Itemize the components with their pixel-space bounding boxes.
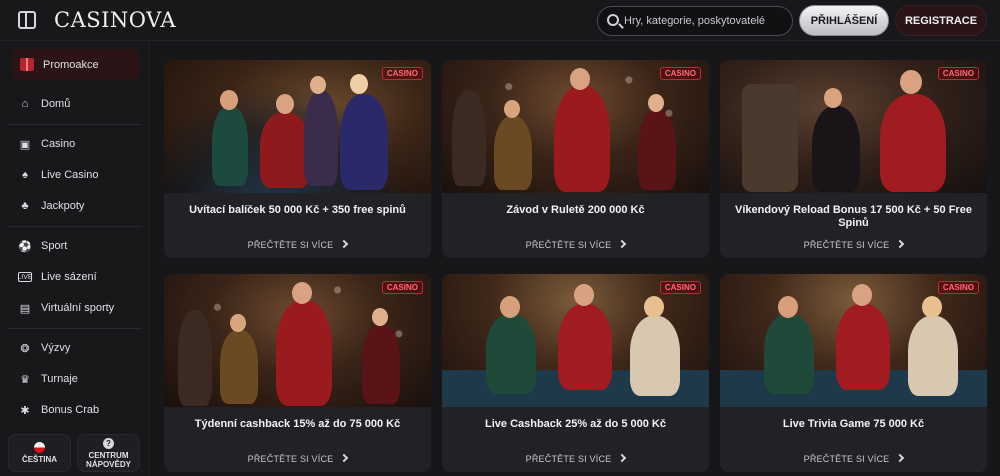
read-more-link[interactable]: PŘEČTĚTE SI VÍCE <box>720 239 987 250</box>
chevron-right-icon <box>618 239 627 249</box>
promo-card[interactable]: CASINO Uvítací balíček 50 000 Kč + 350 f… <box>164 60 431 258</box>
category-badge: CASINO <box>381 281 423 294</box>
language-label: ČEŠTINA <box>21 455 58 464</box>
category-badge: CASINO <box>659 67 701 80</box>
sidebar-item-label: Jackpoty <box>41 200 85 212</box>
gift-icon <box>20 58 34 71</box>
search-input[interactable] <box>624 12 789 30</box>
register-button[interactable]: REGISTRACE <box>895 5 987 36</box>
promo-card[interactable]: CASINO Live Trivia Game 75 000 Kč PŘEČTĚ… <box>720 274 987 472</box>
sidebar-item-home[interactable]: ⌂ Domů <box>8 93 142 115</box>
clover-icon: ♣ <box>21 200 29 212</box>
help-label-line1: CENTRUM <box>88 450 129 460</box>
chevron-right-icon <box>340 239 349 249</box>
promo-title: Live Cashback 25% až do 5 000 Kč <box>485 418 666 430</box>
read-more-link[interactable]: PŘEČTĚTE SI VÍCE <box>164 453 431 464</box>
sidebar-item-live-casino[interactable]: ♠ Live Casino <box>8 164 142 186</box>
read-more-label: PŘEČTĚTE SI VÍCE <box>525 240 612 250</box>
live-icon: LIVE <box>17 272 33 282</box>
sidebar-item-label: Turnaje <box>41 373 78 385</box>
search-box[interactable] <box>597 6 793 36</box>
sidebar-item-label: Live Casino <box>41 169 99 181</box>
search-icon <box>607 14 619 26</box>
category-badge: CASINO <box>659 281 701 294</box>
read-more-label: PŘEČTĚTE SI VÍCE <box>803 240 890 250</box>
czech-flag-icon <box>34 442 45 453</box>
sidebar-item-casino[interactable]: ▣ Casino <box>8 133 142 155</box>
sidebar-item-label: Casino <box>41 138 76 150</box>
chevron-right-icon <box>618 453 627 463</box>
home-icon: ⌂ <box>21 98 29 110</box>
sidebar-item-sport[interactable]: ⚽ Sport <box>8 235 142 257</box>
read-more-link[interactable]: PŘEČTĚTE SI VÍCE <box>442 239 709 250</box>
read-more-label: PŘEČTĚTE SI VÍCE <box>247 454 334 464</box>
sidebar-item-label: Virtuální sporty <box>41 302 115 314</box>
promo-title: Live Trivia Game 75 000 Kč <box>782 418 925 430</box>
read-more-label: PŘEČTĚTE SI VÍCE <box>525 454 612 464</box>
promo-card[interactable]: CASINO Závod v Ruletě 200 000 Kč PŘEČTĚT… <box>442 60 709 258</box>
read-more-label: PŘEČTĚTE SI VÍCE <box>803 454 890 464</box>
soccer-ball-icon: ⚽ <box>18 240 32 253</box>
read-more-label: PŘEČTĚTE SI VÍCE <box>247 240 334 250</box>
help-label-line2: NÁPOVĚDY <box>86 459 131 469</box>
sidebar-item-label: Live sázení <box>41 271 97 283</box>
promo-title: Uvítací balíček 50 000 Kč + 350 free spi… <box>189 204 406 216</box>
sidebar-item-label: Domů <box>41 98 71 110</box>
sidebar-item-jackpots[interactable]: ♣ Jackpoty <box>8 195 142 217</box>
help-icon: ? <box>103 437 114 449</box>
sidebar: Promoakce ⌂ Domů ▣ Casino ♠ Live Casino … <box>0 41 150 476</box>
sidebar-item-label: Bonus Crab <box>41 404 100 416</box>
promo-card[interactable]: CASINO Víkendový Reload Bonus 17 500 Kč … <box>720 60 987 258</box>
slot-machine-icon: ▣ <box>19 138 31 151</box>
promo-title: Týdenní cashback 15% až do 75 000 Kč <box>194 418 401 430</box>
casino-logo[interactable]: CASINOVA <box>54 8 176 32</box>
sidebar-item-live-betting[interactable]: LIVE Live sázení <box>8 266 142 288</box>
sidebar-toggle-icon[interactable] <box>18 11 36 29</box>
sidebar-item-label: Sport <box>41 240 68 252</box>
read-more-link[interactable]: PŘEČTĚTE SI VÍCE <box>720 453 987 464</box>
promo-card[interactable]: CASINO Live Cashback 25% až do 5 000 Kč … <box>442 274 709 472</box>
promo-title: Víkendový Reload Bonus 17 500 Kč + 50 Fr… <box>735 204 972 229</box>
challenge-icon: ❂ <box>20 342 30 355</box>
category-badge: CASINO <box>937 67 979 80</box>
sidebar-item-bonus-crab[interactable]: ✱ Bonus Crab <box>8 399 142 421</box>
chevron-right-icon <box>896 453 905 463</box>
divider <box>8 124 142 125</box>
crab-icon: ✱ <box>20 404 30 417</box>
cards-icon: ♠ <box>22 169 28 181</box>
promo-title: Závod v Ruletě 200 000 Kč <box>506 204 645 216</box>
sidebar-item-virtual-sports[interactable]: ▤ Virtuální sporty <box>8 297 142 319</box>
top-bar: CASINOVA PŘIHLÁŠENÍ REGISTRACE <box>0 0 1000 41</box>
divider <box>8 226 142 227</box>
help-center-button[interactable]: ? CENTRUM NÁPOVĚDY <box>77 434 140 472</box>
sidebar-item-challenges[interactable]: ❂ Výzvy <box>8 337 142 359</box>
read-more-link[interactable]: PŘEČTĚTE SI VÍCE <box>442 453 709 464</box>
divider <box>8 328 142 329</box>
category-badge: CASINO <box>381 67 423 80</box>
read-more-link[interactable]: PŘEČTĚTE SI VÍCE <box>164 239 431 250</box>
language-selector[interactable]: ČEŠTINA <box>8 434 71 472</box>
category-badge: CASINO <box>937 281 979 294</box>
sidebar-item-label: Výzvy <box>41 342 71 354</box>
chevron-right-icon <box>340 453 349 463</box>
login-button[interactable]: PŘIHLÁŠENÍ <box>799 5 889 36</box>
chevron-right-icon <box>896 239 905 249</box>
promo-card[interactable]: CASINO Týdenní cashback 15% až do 75 000… <box>164 274 431 472</box>
sidebar-item-tournaments[interactable]: ♛ Turnaje <box>8 368 142 390</box>
trophy-icon: ♛ <box>20 373 30 386</box>
sidebar-item-label: Promoakce <box>43 58 99 71</box>
virtual-sports-icon: ▤ <box>19 302 31 315</box>
sidebar-item-promotions[interactable]: Promoakce <box>12 49 140 80</box>
